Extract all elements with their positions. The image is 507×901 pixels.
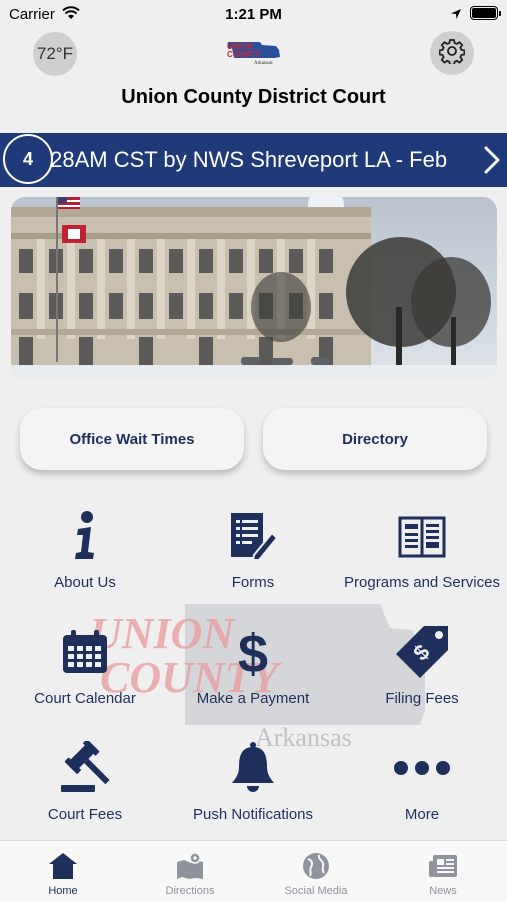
tile-more[interactable]: More xyxy=(338,740,506,840)
tile-court-calendar[interactable]: Court Calendar xyxy=(1,624,169,724)
tile-label: More xyxy=(404,806,440,823)
svg-text:$: $ xyxy=(238,624,268,680)
tile-label: Court Fees xyxy=(47,806,123,823)
tab-label: Social Media xyxy=(284,885,348,897)
page-title: Union County District Court xyxy=(121,86,386,108)
tab-label: Directions xyxy=(165,885,215,897)
more-icon xyxy=(338,740,506,796)
tile-label: Make a Payment xyxy=(196,690,310,707)
weather-temperature-button[interactable]: 72°F xyxy=(33,32,77,76)
alert-ticker[interactable]: 4 :28AM CST by NWS Shreveport LA - Feb xyxy=(0,133,507,187)
home-icon xyxy=(0,851,126,881)
tab-news[interactable]: News xyxy=(380,841,506,901)
tile-filing-fees[interactable]: $ Filing Fees xyxy=(338,624,506,724)
tile-push-notifications[interactable]: Push Notifications xyxy=(169,740,337,840)
dollar-icon: $ xyxy=(169,624,337,680)
info-icon xyxy=(1,508,169,564)
map-icon xyxy=(127,851,253,881)
tile-about-us[interactable]: About Us xyxy=(1,508,169,608)
gear-icon xyxy=(438,38,466,69)
tile-label: Filing Fees xyxy=(385,690,459,707)
settings-button[interactable] xyxy=(430,31,474,75)
tab-home[interactable]: Home xyxy=(0,841,126,901)
office-wait-times-button[interactable]: Office Wait Times xyxy=(20,408,244,470)
clock: 1:21 PM xyxy=(225,6,282,23)
forms-icon xyxy=(169,508,337,564)
location-arrow-icon xyxy=(450,7,462,25)
chevron-right-icon[interactable] xyxy=(483,145,501,180)
tile-make-a-payment[interactable]: $ Make a Payment xyxy=(169,624,337,724)
tile-label: Push Notifications xyxy=(192,806,314,823)
calendar-icon xyxy=(1,624,169,680)
newspaper-icon xyxy=(380,851,506,881)
price-tag-icon: $ xyxy=(338,624,506,680)
book-icon xyxy=(338,508,506,564)
tile-court-fees[interactable]: Court Fees xyxy=(1,740,169,840)
courthouse-photo xyxy=(11,197,497,379)
status-bar: Carrier 1:21 PM xyxy=(0,0,507,30)
tile-label: Forms xyxy=(231,574,275,591)
tile-label: About Us xyxy=(54,574,116,591)
tab-social-media[interactable]: Social Media xyxy=(253,841,379,901)
tab-directions[interactable]: Directions xyxy=(127,841,253,901)
alert-count-badge: 4 xyxy=(3,134,53,184)
globe-icon xyxy=(253,851,379,881)
directory-button[interactable]: Directory xyxy=(263,408,487,470)
tab-label: Home xyxy=(48,885,78,897)
tile-programs-and-services[interactable]: Programs and Services xyxy=(338,508,506,608)
svg-text:Arkansas: Arkansas xyxy=(254,61,273,66)
tab-label: News xyxy=(429,885,457,897)
battery-icon xyxy=(470,6,501,20)
temperature-value: 72°F xyxy=(36,44,74,63)
tile-label: Court Calendar xyxy=(34,690,136,707)
county-logo: UNION COUNTY Arkansas xyxy=(224,40,284,66)
tile-forms[interactable]: Forms xyxy=(169,508,337,608)
tile-label: Programs and Services xyxy=(344,574,500,591)
tab-bar: Home Directions Social Media News xyxy=(0,840,507,901)
bell-icon xyxy=(169,740,337,796)
gavel-icon xyxy=(1,740,169,796)
alert-ticker-text: :28AM CST by NWS Shreveport LA - Feb xyxy=(44,147,448,172)
svg-text:COUNTY: COUNTY xyxy=(227,50,261,59)
